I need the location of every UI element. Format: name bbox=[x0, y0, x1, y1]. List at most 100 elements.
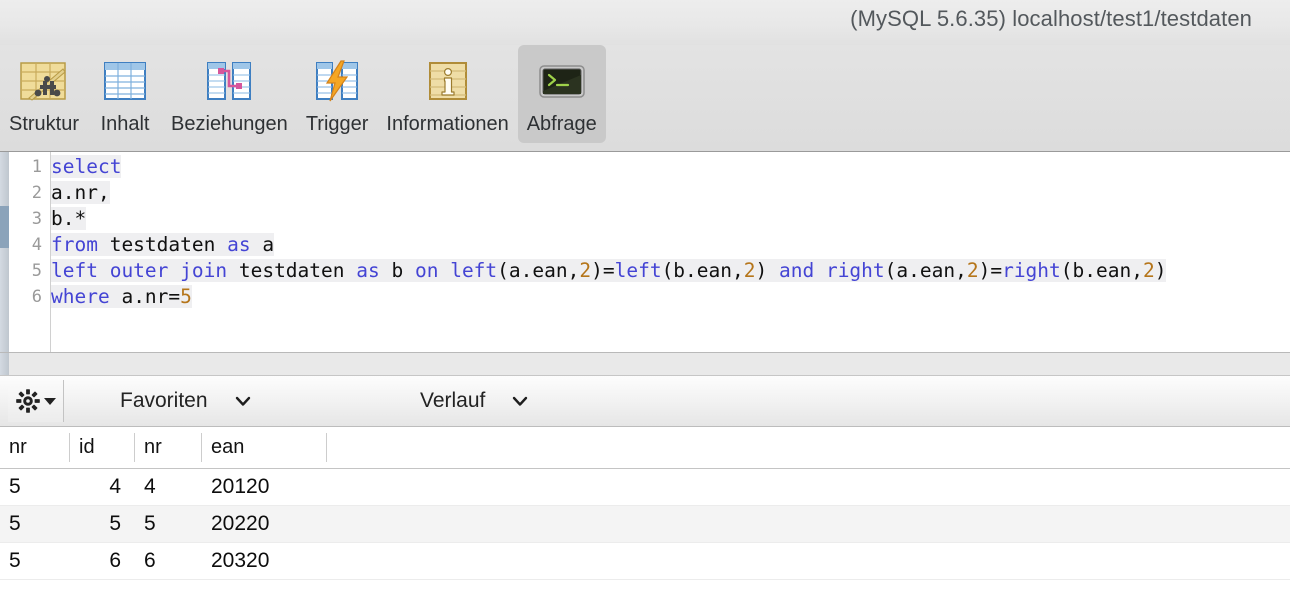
column-header-label: ean bbox=[211, 435, 245, 458]
favorites-dropdown-button[interactable]: Favoriten bbox=[120, 380, 252, 422]
cell-nr-a[interactable]: 5 bbox=[0, 468, 70, 506]
sql-line: select bbox=[51, 154, 1290, 180]
tab-informationen-label: Informationen bbox=[386, 113, 509, 135]
information-icon bbox=[420, 53, 476, 109]
column-header-label: nr bbox=[9, 435, 27, 458]
trigger-icon bbox=[309, 53, 365, 109]
sql-token-idt: b.* bbox=[51, 207, 87, 230]
cell-nr-a[interactable]: 5 bbox=[0, 505, 70, 543]
cell-filler[interactable] bbox=[327, 505, 1290, 543]
editor-scroll-strip[interactable] bbox=[0, 152, 9, 352]
column-header-ean[interactable]: ean bbox=[202, 427, 327, 469]
editor-scroll-thumb[interactable] bbox=[0, 206, 9, 248]
sql-token-num: 2 bbox=[579, 259, 592, 282]
sql-token-num: 2 bbox=[1142, 259, 1155, 282]
line-number: 2 bbox=[31, 183, 42, 203]
cell-id[interactable]: 5 bbox=[70, 505, 135, 543]
sql-token-idt: testdaten bbox=[238, 259, 357, 282]
sql-token-kw: where bbox=[51, 285, 122, 308]
sql-token-kw: right bbox=[1002, 259, 1061, 282]
table-row[interactable]: 5 5 5 20220 bbox=[0, 505, 1290, 543]
results-table-head: nr id nr ean bbox=[0, 427, 1290, 469]
table-row[interactable]: 5 6 6 20320 bbox=[0, 542, 1290, 580]
history-label: Verlauf bbox=[420, 389, 486, 412]
cell-ean[interactable]: 20320 bbox=[202, 542, 327, 580]
tab-inhalt[interactable]: Inhalt bbox=[88, 45, 162, 143]
tab-abfrage[interactable]: Abfrage bbox=[517, 45, 606, 143]
sql-line-selection: select bbox=[51, 155, 122, 178]
line-number: 1 bbox=[31, 157, 42, 177]
sql-token-idt: testdaten bbox=[109, 233, 228, 256]
column-header-id[interactable]: id bbox=[70, 427, 135, 469]
sql-token-kw: from bbox=[51, 233, 110, 256]
sql-line: from testdaten as a bbox=[51, 232, 1290, 258]
window-title: (MySQL 5.6.35) localhost/test1/testdaten bbox=[850, 6, 1252, 31]
line-number: 5 bbox=[31, 261, 42, 281]
cell-id[interactable]: 4 bbox=[70, 468, 135, 506]
sql-token-kw: select bbox=[51, 155, 122, 178]
table-row[interactable]: 5 4 4 20120 bbox=[0, 468, 1290, 506]
tab-inhalt-label: Inhalt bbox=[100, 113, 150, 135]
sql-token-num: 2 bbox=[966, 259, 979, 282]
sql-token-kw: left bbox=[450, 259, 498, 282]
results-header-row: nr id nr ean bbox=[0, 427, 1290, 469]
tab-struktur[interactable]: Struktur bbox=[0, 45, 88, 143]
tab-beziehungen-label: Beziehungen bbox=[171, 113, 288, 135]
sql-line-selection: left outer join testdaten as b on left(a… bbox=[51, 259, 1167, 282]
editor-results-splitter[interactable] bbox=[0, 352, 1290, 376]
table-content-icon bbox=[97, 53, 153, 109]
results-table-body: 5 4 4 20120 5 5 5 20220 5 6 6 20320 bbox=[0, 468, 1290, 580]
sql-token-idt: a bbox=[262, 233, 275, 256]
tab-struktur-label: Struktur bbox=[9, 113, 80, 135]
sql-code-text[interactable]: select a.nr, b.* from testdaten as a left ou… bbox=[51, 152, 1290, 352]
tab-trigger[interactable]: Trigger bbox=[297, 45, 378, 143]
results-table: nr id nr ean 5 4 4 20120 5 5 5 20220 5 6… bbox=[0, 427, 1290, 580]
sql-line-selection: a.nr, bbox=[51, 181, 110, 204]
cell-nr-b[interactable]: 4 bbox=[135, 468, 202, 506]
sql-editor[interactable]: 1 2 3 4 5 6 select a.nr, b.* from testdaten… bbox=[0, 152, 1290, 352]
cell-ean[interactable]: 20220 bbox=[202, 505, 327, 543]
sql-token-idt: )= bbox=[591, 259, 615, 282]
history-dropdown-button[interactable]: Verlauf bbox=[420, 380, 529, 422]
editor-line-number-gutter: 1 2 3 4 5 6 bbox=[9, 152, 51, 352]
sql-token-idt: (a.ean, bbox=[497, 259, 580, 282]
window-titlebar: (MySQL 5.6.35) localhost/test1/testdaten bbox=[0, 0, 1290, 45]
cell-ean[interactable]: 20120 bbox=[202, 468, 327, 506]
query-actions-gear-button[interactable] bbox=[8, 380, 64, 422]
column-header-nr-a[interactable]: nr bbox=[0, 427, 70, 469]
line-number: 3 bbox=[31, 209, 42, 229]
sql-token-num: 2 bbox=[743, 259, 756, 282]
sql-token-idt: (b.ean, bbox=[1060, 259, 1143, 282]
sql-token-kw: and bbox=[778, 259, 826, 282]
sql-token-idt: ) bbox=[755, 259, 779, 282]
sql-token-idt: )= bbox=[978, 259, 1003, 282]
column-header-nr-b[interactable]: nr bbox=[135, 427, 202, 469]
cell-nr-a[interactable]: 5 bbox=[0, 542, 70, 580]
query-action-bar: Favoriten Verlauf bbox=[0, 376, 1290, 427]
cell-filler[interactable] bbox=[327, 468, 1290, 506]
tab-beziehungen[interactable]: Beziehungen bbox=[162, 45, 297, 143]
sql-token-idt: (a.ean, bbox=[884, 259, 967, 282]
sql-token-idt: a.nr, bbox=[51, 181, 110, 204]
cell-nr-b[interactable]: 6 bbox=[135, 542, 202, 580]
tab-informationen[interactable]: Informationen bbox=[377, 45, 517, 143]
sql-line: b.* bbox=[51, 206, 1290, 232]
sql-token-kw: right bbox=[825, 259, 885, 282]
sequel-pro-window: (MySQL 5.6.35) localhost/test1/testdaten bbox=[0, 0, 1290, 590]
cell-filler[interactable] bbox=[327, 542, 1290, 580]
cell-nr-b[interactable]: 5 bbox=[135, 505, 202, 543]
chevron-down-icon bbox=[513, 396, 528, 406]
sql-token-idt: a.nr= bbox=[121, 285, 181, 308]
sql-line-selection: b.* bbox=[51, 207, 87, 230]
sql-token-idt: ) bbox=[1154, 259, 1167, 282]
cell-id[interactable]: 6 bbox=[70, 542, 135, 580]
sql-line-selection: from testdaten as a bbox=[51, 233, 275, 256]
column-header-label: id bbox=[79, 435, 95, 458]
line-number: 6 bbox=[31, 287, 42, 307]
favorites-label: Favoriten bbox=[120, 389, 208, 412]
toolbar-tablist: Struktur Inhalt Beziehungen Trigger Info… bbox=[0, 45, 606, 151]
query-results-pane[interactable]: nr id nr ean 5 4 4 20120 5 5 5 20220 5 6… bbox=[0, 427, 1290, 590]
column-header-label: nr bbox=[144, 435, 162, 458]
main-toolbar: Struktur Inhalt Beziehungen Trigger Info… bbox=[0, 45, 1290, 152]
sql-token-idt: b bbox=[391, 259, 415, 282]
